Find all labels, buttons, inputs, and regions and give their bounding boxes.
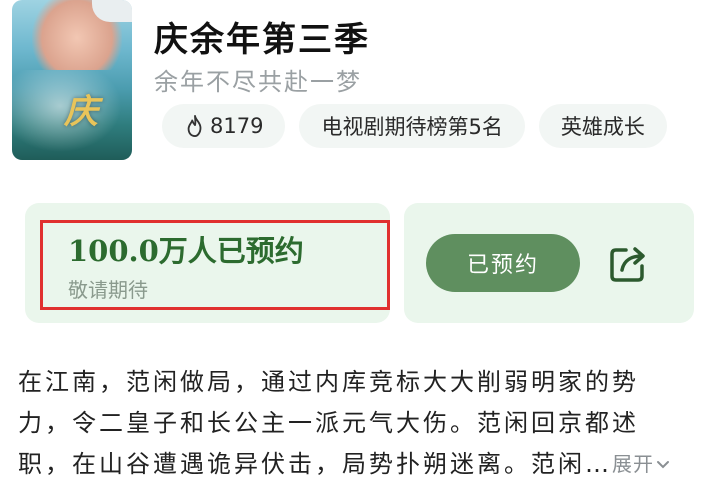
share-icon [610, 247, 645, 282]
synopsis-line-3-text: 职，在山谷遭遇诡异伏击，局势扑朔迷离。范闲… [18, 450, 612, 478]
page-title: 庆余年第三季 [154, 20, 370, 60]
reservation-count: 100.0万人已预约 [68, 234, 304, 268]
share-button[interactable] [604, 240, 652, 288]
heat-count: 8179 [210, 114, 264, 138]
show-poster[interactable]: 庆 [12, 0, 132, 160]
reservation-note: 敬请期待 [68, 278, 148, 302]
expand-label: 展开 [612, 452, 654, 476]
chevron-down-icon [657, 460, 669, 468]
synopsis-line-1: 在江南，范闲做局，通过内库竞标大大削弱明家的势 [18, 368, 639, 396]
tag-row: 8179 电视剧期待榜第5名 英雄成长 [162, 104, 667, 148]
poster-glyph: 庆 [64, 92, 98, 132]
genre-tag[interactable]: 英雄成长 [538, 104, 667, 148]
heat-tag[interactable]: 8179 [162, 104, 286, 148]
genre-label: 英雄成长 [560, 115, 645, 139]
reserved-button[interactable]: 已预约 [426, 234, 580, 292]
show-subtitle: 余年不尽共赴一梦 [154, 68, 362, 96]
synopsis-line-2: 力，令二皇子和长公主一派元气大伤。范闲回京都述 [18, 409, 639, 437]
expand-button[interactable]: 展开 [612, 444, 670, 485]
synopsis: 在江南，范闲做局，通过内库竞标大大削弱明家的势 力，令二皇子和长公主一派元气大伤… [18, 362, 708, 485]
ranking-tag[interactable]: 电视剧期待榜第5名 [299, 104, 525, 148]
ranking-label: 电视剧期待榜第5名 [321, 115, 503, 139]
flame-icon [187, 114, 202, 137]
synopsis-line-3: 职，在山谷遭遇诡异伏击，局势扑朔迷离。范闲… 展开 [18, 444, 708, 485]
